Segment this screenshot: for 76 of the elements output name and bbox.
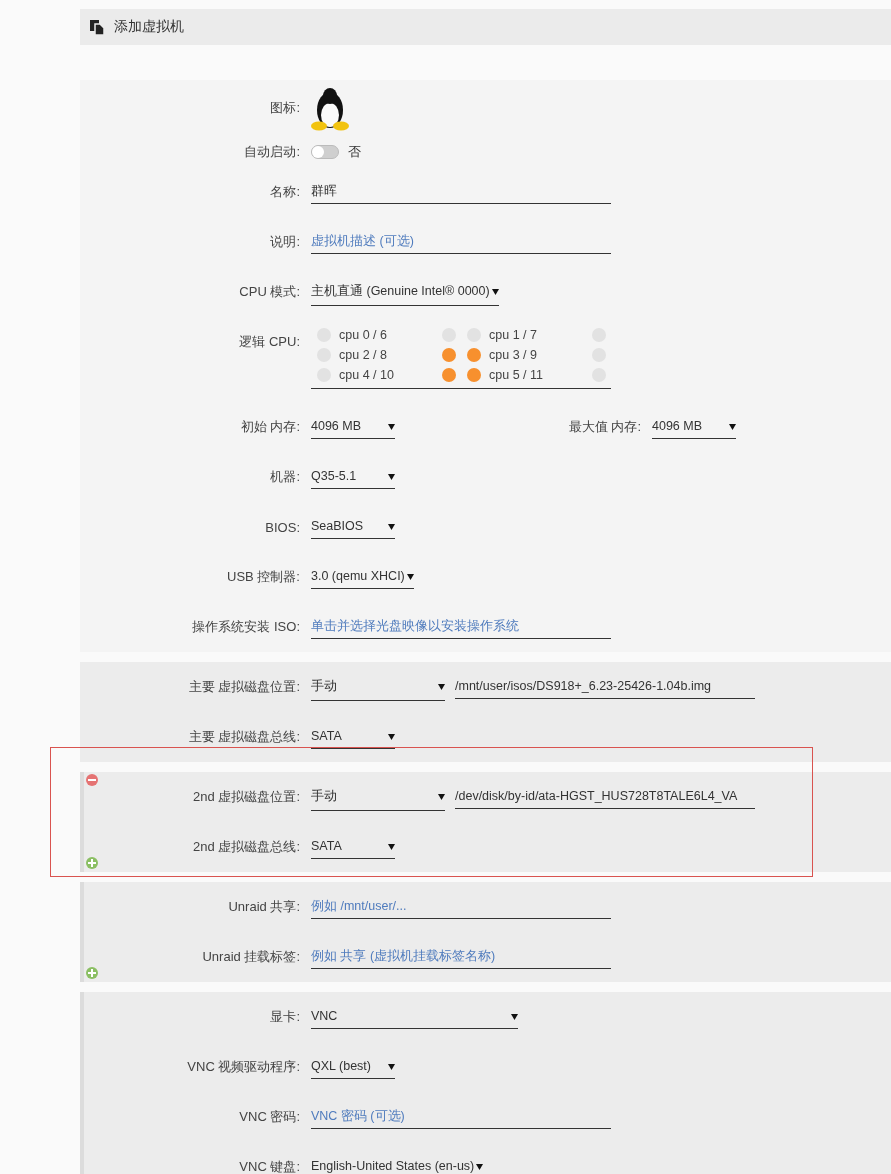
input-field[interactable]: 例如 共享 (虚拟机挂载标签名称) — [311, 945, 611, 969]
field-label: 图标: — [269, 99, 301, 117]
field-label: Unraid 共享: — [227, 898, 301, 916]
field-label: 主要 虚拟磁盘位置: — [187, 678, 301, 696]
path-field[interactable]: /dev/disk/by-id/ata-HGST_HUS728T8TALE6L4_VA — [455, 785, 755, 809]
cpu-label: cpu 3 / 9 — [488, 348, 538, 362]
caret-icon — [388, 1062, 395, 1070]
select-field[interactable]: 主机直通 (Genuine Intel® 0000) — [311, 278, 499, 306]
caret-icon — [388, 732, 395, 740]
select-field[interactable]: Q35-5.1 — [311, 465, 395, 489]
select-field[interactable]: 手动 — [311, 783, 445, 811]
select-field[interactable]: SATA — [311, 835, 395, 859]
cpu-checkbox[interactable] — [467, 368, 481, 382]
caret-icon — [388, 422, 395, 430]
field-label: 显卡: — [269, 1008, 301, 1026]
caret-icon — [511, 1012, 518, 1020]
minus-icon — [88, 779, 96, 781]
cpu-checkbox[interactable] — [467, 348, 481, 362]
caret-icon — [388, 842, 395, 850]
cpu-label: cpu 5 / 11 — [488, 368, 544, 382]
field-label: 逻辑 CPU: — [238, 333, 301, 351]
caret-icon — [406, 572, 414, 580]
select-field[interactable]: 3.0 (qemu XHCI) — [311, 565, 414, 589]
page-title: 添加虚拟机 — [114, 18, 184, 36]
field-label: 最大值 内存: — [567, 418, 642, 436]
field-label: USB 控制器: — [226, 568, 301, 586]
field-label: 主要 虚拟磁盘总线: — [187, 728, 301, 746]
toggle-switch[interactable] — [311, 144, 339, 159]
cpu-label: cpu 0 / 6 — [338, 328, 388, 342]
cpu-label: cpu 4 / 10 — [338, 368, 395, 382]
field-label: VNC 视频驱动程序: — [186, 1058, 301, 1076]
field-label: 2nd 虚拟磁盘位置: — [192, 788, 301, 806]
field-label: 2nd 虚拟磁盘总线: — [192, 838, 301, 856]
add-button[interactable] — [86, 857, 98, 869]
clipboard-icon — [90, 19, 104, 35]
caret-icon — [491, 287, 499, 295]
cpu-checkbox[interactable] — [442, 368, 456, 382]
plus-icon — [88, 859, 96, 867]
field-label: 机器: — [269, 468, 301, 486]
field-label: 说明: — [269, 233, 301, 251]
field-label: BIOS: — [264, 519, 301, 535]
select-field[interactable]: VNC — [311, 1005, 518, 1029]
field-label: VNC 键盘: — [238, 1158, 301, 1174]
input-field[interactable]: 群晖 — [311, 180, 611, 204]
input-field[interactable]: 虚拟机描述 (可选) — [311, 230, 611, 254]
add-button[interactable] — [86, 967, 98, 979]
select-field[interactable]: 4096 MB — [311, 415, 395, 439]
field-label: 自动启动: — [243, 142, 301, 161]
caret-icon — [388, 472, 395, 480]
caret-icon — [476, 1162, 484, 1170]
plus-icon — [88, 969, 96, 977]
select-field[interactable]: QXL (best) — [311, 1055, 395, 1079]
field-label: 操作系统安装 ISO: — [191, 618, 301, 636]
field-label: 初始 内存: — [239, 418, 301, 436]
field-label: CPU 模式: — [238, 283, 301, 301]
select-field[interactable]: SeaBIOS — [311, 515, 395, 539]
field-label: VNC 密码: — [238, 1108, 301, 1126]
path-field[interactable]: /mnt/user/isos/DS918+_6.23-25426-1.04b.img — [455, 675, 755, 699]
select-field[interactable]: English-United States (en-us) — [311, 1155, 484, 1174]
remove-button[interactable] — [86, 774, 98, 786]
select-field[interactable]: 手动 — [311, 673, 445, 701]
cpu-label: cpu 1 / 7 — [488, 328, 538, 342]
field-label: Unraid 挂载标签: — [201, 948, 301, 966]
input-field[interactable]: VNC 密码 (可选) — [311, 1105, 611, 1129]
caret-icon — [438, 792, 445, 800]
select-field[interactable]: 4096 MB — [652, 415, 736, 439]
caret-icon — [388, 522, 395, 530]
toggle-text: 否 — [348, 142, 361, 161]
caret-icon — [729, 422, 736, 430]
field-label: 名称: — [269, 183, 301, 201]
input-field[interactable]: 单击并选择光盘映像以安装操作系统 — [311, 615, 611, 639]
select-field[interactable]: SATA — [311, 725, 395, 749]
cpu-label: cpu 2 / 8 — [338, 348, 388, 362]
cpu-checkbox[interactable] — [442, 348, 456, 362]
input-field[interactable]: 例如 /mnt/user/... — [311, 895, 611, 919]
caret-icon — [438, 682, 445, 690]
